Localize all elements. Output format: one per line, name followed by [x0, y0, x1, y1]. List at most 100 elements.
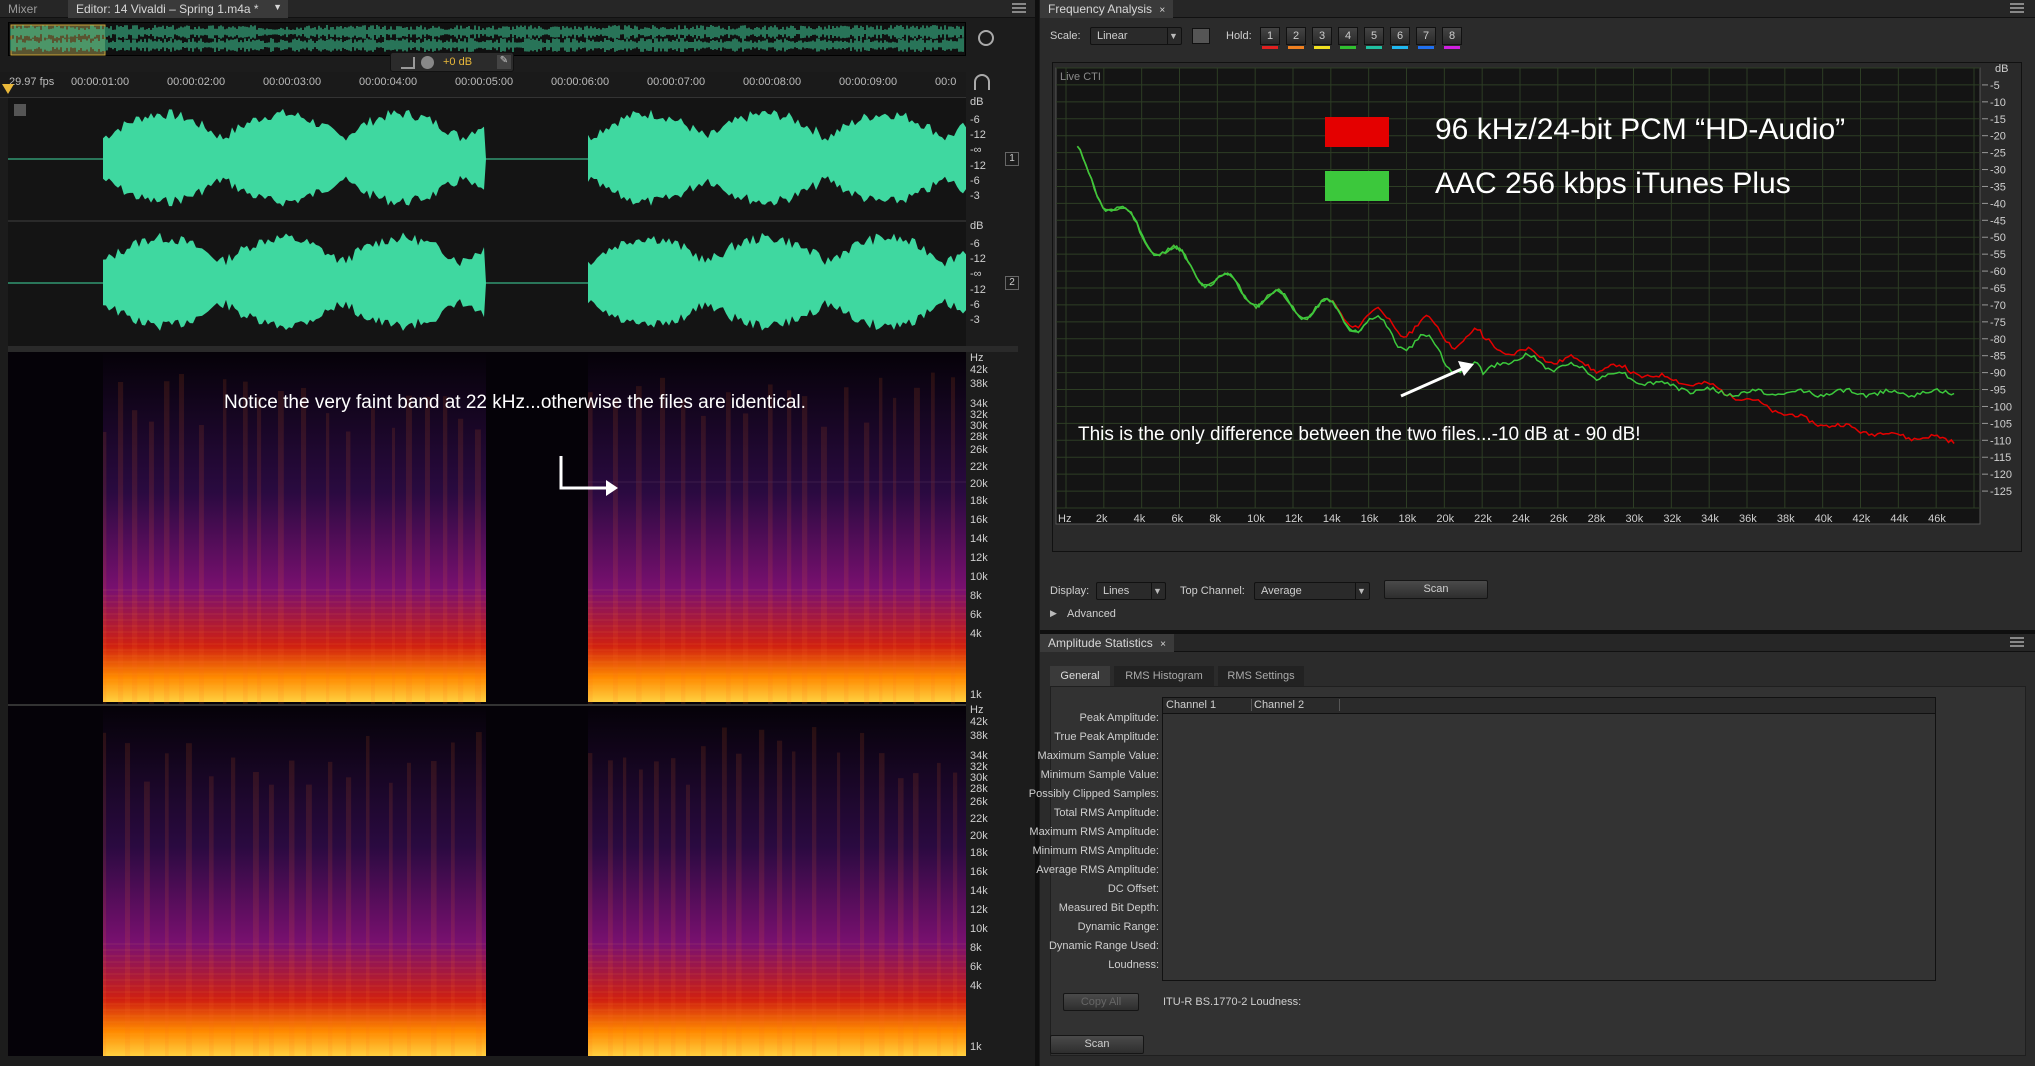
hold-button-1[interactable]: 1	[1260, 27, 1280, 49]
as-menu-icon[interactable]	[2010, 637, 2024, 647]
hz-unit: Hz	[970, 352, 984, 364]
timeline-label: 00:0	[935, 76, 957, 88]
scale-dropdown[interactable]: Linear ▼	[1090, 27, 1182, 45]
panel-splitter[interactable]	[1035, 0, 1039, 1066]
as-tab-rms-histogram[interactable]: RMS Histogram	[1114, 666, 1214, 686]
db-tick: -6	[970, 299, 980, 311]
display-dropdown[interactable]: Lines ▼	[1096, 582, 1166, 600]
timeline-label: 00:00:01:00	[71, 76, 130, 88]
spectrogram-transient	[257, 397, 262, 728]
fa-menu-icon[interactable]	[2010, 3, 2024, 13]
tab-dropdown-icon[interactable]: ▼	[273, 2, 282, 12]
hz-tick: 6k	[970, 609, 982, 621]
advanced-label[interactable]: Advanced	[1067, 608, 1116, 620]
hold-button-8[interactable]: 8	[1442, 27, 1462, 49]
col-header-channel-1[interactable]: Channel 1	[1166, 699, 1252, 711]
stat-label: Possibly Clipped Samples:	[1028, 788, 1159, 800]
hold-button-4[interactable]: 4	[1338, 27, 1358, 49]
as-tab-rms-settings[interactable]: RMS Settings	[1218, 666, 1304, 686]
hold-button-7[interactable]: 7	[1416, 27, 1436, 49]
timeline-label: 00:00:09:00	[839, 76, 898, 88]
live-cti-label: Live CTI	[1060, 71, 1101, 83]
disclosure-triangle-icon[interactable]: ▶	[1050, 608, 1057, 619]
tab-amplitude-statistics[interactable]: Amplitude Statistics ×	[1040, 634, 1174, 652]
db-tick: -12	[970, 284, 986, 296]
hz-tick: 8k	[970, 590, 982, 602]
as-scan-button[interactable]: Scan	[1050, 1035, 1144, 1054]
hz-tick: 18k	[970, 847, 988, 859]
spectrogram-transient	[425, 396, 430, 727]
channel-divider	[8, 220, 966, 222]
knob-icon[interactable]	[421, 56, 434, 69]
pin-icon[interactable]: ✎	[497, 55, 511, 69]
spectrogram-hz-ruler: Hz 42k 38k 34k 32k 30k 28k 26k 22k 20k 18k 16k 14k 12…	[966, 352, 1018, 1056]
chevron-down-icon: ▼	[1151, 583, 1163, 599]
spectrogram-transient	[366, 735, 370, 1066]
spectrogram-transient	[371, 408, 375, 739]
close-icon[interactable]: ×	[1159, 5, 1165, 16]
channel-badge-1[interactable]: 1	[1005, 152, 1019, 166]
y-tick-label: -25	[1990, 148, 2006, 160]
x-tick-label: 6k	[1172, 513, 1184, 525]
hold-button-5[interactable]: 5	[1364, 27, 1384, 49]
copy-all-button[interactable]: Copy All	[1063, 993, 1139, 1011]
x-axis-unit: Hz	[1058, 513, 1071, 525]
stats-table[interactable]: Channel 1 Channel 2	[1162, 697, 1936, 981]
close-icon[interactable]: ×	[1160, 639, 1166, 650]
hold-button-3[interactable]: 3	[1312, 27, 1332, 49]
chart-annotation: This is the only difference between the …	[1078, 424, 1641, 445]
hold-color-bar	[1288, 46, 1304, 49]
y-tick-label: -60	[1990, 266, 2006, 278]
playhead-icon[interactable]	[2, 84, 14, 96]
spectrogram-transient	[179, 374, 185, 705]
headphones-icon[interactable]	[974, 74, 990, 90]
y-tick-label: -5	[1990, 80, 2000, 92]
time-ruler[interactable]: 29.97 fps 00:00:01:00 00:00:02:00 00:00:03…	[0, 72, 966, 98]
db-unit: dB	[970, 220, 984, 232]
spectrogram-transient	[777, 740, 783, 1066]
hz-tick: 38k	[970, 730, 988, 742]
legend-label-aac: AAC 256 kbps iTunes Plus	[1435, 167, 1791, 200]
waveform-area[interactable]	[8, 98, 966, 346]
y-tick-label: -40	[1990, 198, 2006, 210]
spectrogram-transient	[407, 762, 411, 1066]
channel-badge-2[interactable]: 2	[1005, 276, 1019, 290]
loudness-std-label: ITU-R BS.1770-2 Loudness:	[1163, 996, 1302, 1008]
waveform-overview[interactable]	[8, 22, 966, 56]
spectrogram-transient	[608, 760, 613, 1066]
fa-scan-button[interactable]: Scan	[1384, 580, 1488, 599]
y-tick-label: -90	[1990, 368, 2006, 380]
tab-mixer[interactable]: Mixer	[0, 0, 45, 18]
hold-button-6[interactable]: 6	[1390, 27, 1410, 49]
spectrogram-divider	[8, 704, 966, 706]
tab-editor[interactable]: Editor: 14 Vivaldi – Spring 1.m4a * ▼	[68, 0, 288, 18]
top-channel-dropdown[interactable]: Average ▼	[1254, 582, 1370, 600]
col-header-channel-2[interactable]: Channel 2	[1254, 699, 1340, 711]
hz-tick: 10k	[970, 571, 988, 583]
display-label: Display:	[1050, 585, 1090, 597]
timeline-label: 00:00:04:00	[359, 76, 418, 88]
hud[interactable]: +0 dB ✎	[390, 52, 514, 72]
tab-frequency-analysis[interactable]: Frequency Analysis ×	[1040, 0, 1174, 18]
as-tab-general[interactable]: General	[1050, 666, 1110, 686]
x-tick-label: 30k	[1626, 513, 1644, 525]
spectrogram-transient	[149, 421, 154, 752]
hold-color-bar	[1444, 46, 1460, 49]
waveform-toggle-icon[interactable]	[14, 104, 26, 116]
spectrogram-transient	[406, 395, 412, 726]
spectrogram-transient	[787, 390, 792, 721]
db-tick: -6	[970, 175, 980, 187]
stat-label: Dynamic Range Used:	[1048, 940, 1159, 952]
fps-label: 29.97 fps	[9, 76, 55, 88]
spectrogram-area[interactable]: Notice the very faint band at 22 kHz...o…	[8, 352, 966, 1066]
waveform-envelope	[588, 109, 966, 159]
zoom-icon[interactable]	[978, 30, 994, 46]
annotation-arrow-icon	[1400, 361, 1474, 398]
as-title: Amplitude Statistics	[1048, 636, 1153, 650]
panel-menu-icon[interactable]	[1012, 3, 1026, 13]
spectrogram-transient	[660, 377, 666, 708]
hz-tick: 18k	[970, 495, 988, 507]
hold-button-2[interactable]: 2	[1286, 27, 1306, 49]
snapshot-icon[interactable]	[1192, 28, 1210, 44]
db-tick: -12	[970, 160, 986, 172]
